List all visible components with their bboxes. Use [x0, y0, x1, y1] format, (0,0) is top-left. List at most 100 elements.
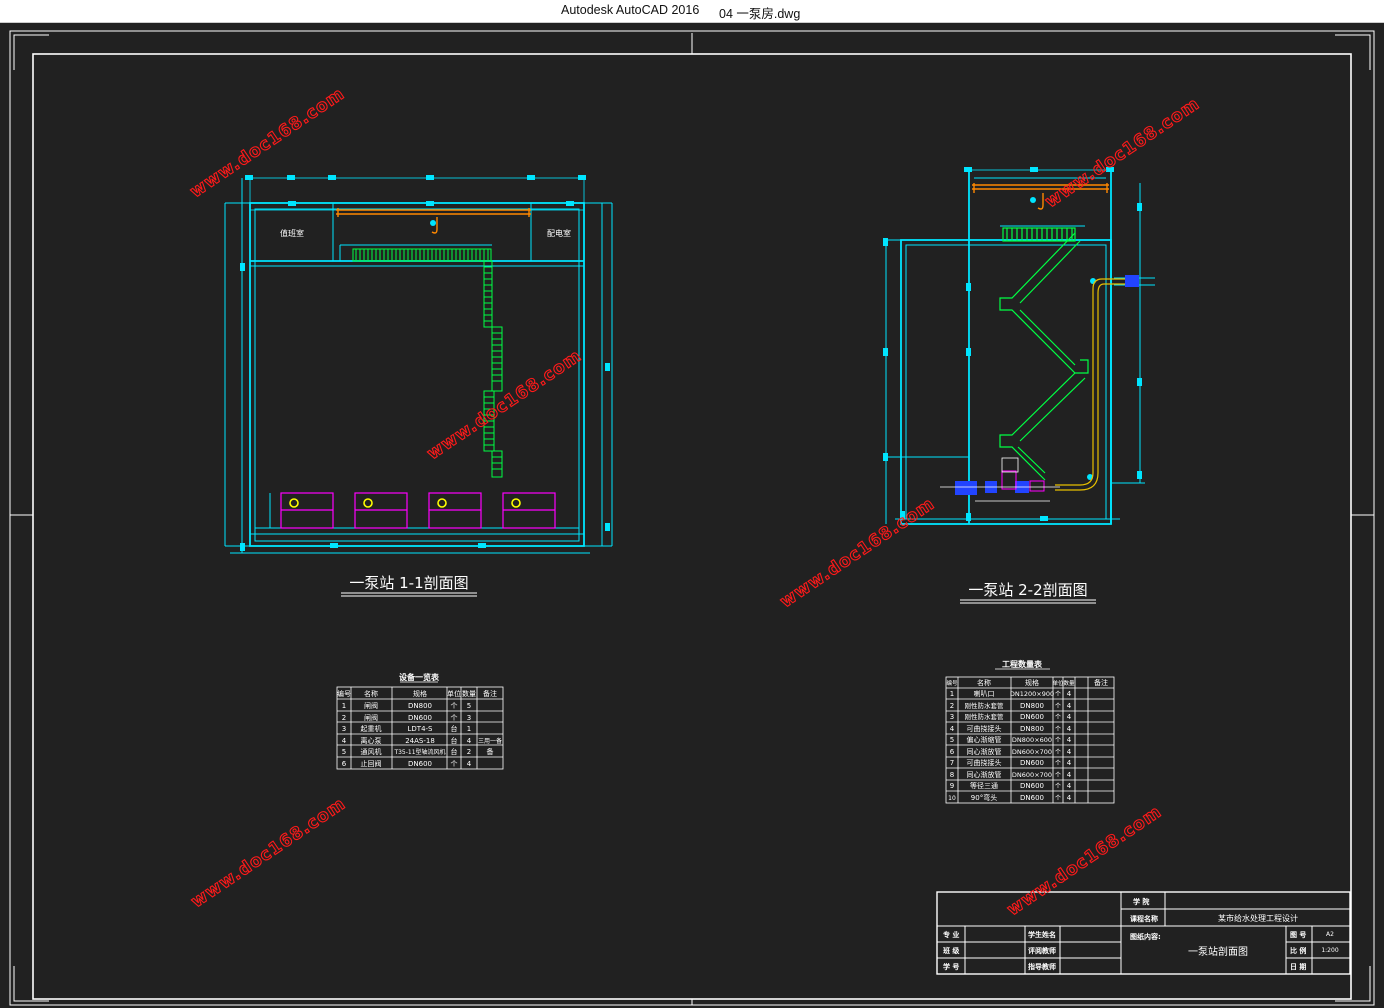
qt-row-1-qty: 4 [1067, 690, 1072, 698]
pump-units-1-1[interactable] [280, 492, 556, 529]
eq-row-1-name: 闸阀 [364, 701, 378, 710]
eq-row-4-spec: 24AS-18 [405, 737, 435, 745]
qt-header-qty: 数量 [1063, 679, 1075, 687]
eq-row-1-no: 1 [342, 702, 346, 710]
eq-row-5-note: 备 [487, 747, 494, 756]
qt-header-no: 编号 [946, 679, 958, 687]
eq-header-no: 编号 [337, 689, 351, 698]
section-2-2-title: 一泵站 2-2剖面图 [968, 581, 1087, 599]
eq-row-6-spec: DN600 [408, 760, 432, 768]
tb-drawing-name: 一泵站剖面图 [1188, 945, 1248, 958]
qt-row-7-unit: 个 [1055, 760, 1061, 767]
qt-row-6-qty: 4 [1067, 748, 1072, 756]
qt-row-4-qty: 4 [1067, 725, 1072, 733]
quantity-table: 工程数量表 编号 名称 规格 单位 数量 备注 1 喇叭口 DN1200×900… [945, 659, 1115, 804]
eq-row-3-qty: 1 [467, 725, 471, 733]
equipment-table: 设备一览表 编号 名称 规格 单位 数量 备注 1 闸阀 DN800 个 5 2… [336, 672, 504, 770]
qt-row-10-name: 90°弯头 [971, 793, 997, 802]
qt-row-2-no: 2 [950, 702, 954, 710]
qt-row-7-spec: DN600 [1020, 759, 1044, 767]
qt-row-4-name: 可曲挠接头 [967, 724, 1002, 733]
qt-row-7-no: 7 [950, 759, 954, 767]
tb-student-label: 学生姓名 [1028, 930, 1056, 939]
qt-row-3-unit: 个 [1055, 714, 1061, 721]
section-1-1-view[interactable]: 值班室 配电室 一泵站 1-1剖面图 [224, 175, 613, 597]
tb-drawing-no: A2 [1326, 931, 1334, 938]
eq-row-6-no: 6 [342, 760, 347, 768]
tb-content-label: 图纸内容: [1130, 932, 1161, 941]
section-1-1-title: 一泵站 1-1剖面图 [349, 574, 468, 592]
eq-row-2-unit: 个 [451, 714, 458, 722]
watermark: www.doc168.com [777, 494, 939, 612]
qt-row-3-no: 3 [950, 713, 954, 721]
tb-project: 某市给水处理工程设计 [1218, 913, 1298, 923]
qt-row-10-no: 10 [948, 795, 956, 802]
qt-header-note: 备注 [1094, 678, 1108, 687]
eq-row-3-no: 3 [342, 725, 346, 733]
room-label-right: 配电室 [547, 228, 571, 238]
tb-scale: 1:200 [1321, 947, 1338, 954]
eq-row-6-qty: 4 [467, 760, 472, 768]
qt-row-2-spec: DN800 [1020, 702, 1044, 710]
tb-teacher-label: 指导教师 [1028, 962, 1056, 971]
qt-row-9-no: 9 [950, 782, 954, 790]
eq-row-3-name: 起重机 [361, 724, 382, 733]
eq-header-qty: 数量 [462, 689, 476, 698]
eq-row-4-unit: 台 [451, 736, 458, 745]
eq-row-5-qty: 2 [467, 748, 471, 756]
qt-row-6-spec: DN600×700 [1012, 748, 1052, 756]
eq-row-3-unit: 台 [451, 724, 458, 733]
eq-row-2-no: 2 [342, 714, 346, 722]
quantity-table-title: 工程数量表 [1002, 659, 1043, 669]
tb-major-label: 专 业 [943, 930, 959, 939]
eq-row-5-unit: 台 [451, 747, 458, 756]
title-bar: Autodesk AutoCAD 2016 04 一泵房.dwg [0, 0, 1384, 23]
eq-header-unit: 单位 [447, 689, 461, 698]
eq-row-4-name: 离心泵 [361, 736, 382, 745]
qt-row-10-unit: 个 [1055, 795, 1061, 802]
qt-row-4-unit: 个 [1055, 726, 1061, 733]
qt-row-5-unit: 个 [1055, 737, 1061, 744]
qt-header-spec: 规格 [1025, 678, 1039, 687]
qt-row-5-spec: DN800×600 [1012, 736, 1052, 744]
drawing-canvas[interactable]: 值班室 配电室 一泵站 1-1剖面图 一泵站 2-2剖面图 设备一览表 编号 名… [0, 23, 1384, 1008]
tb-school-label: 学 院 [1133, 897, 1149, 906]
qt-row-5-no: 5 [950, 736, 954, 744]
qt-row-8-unit: 个 [1055, 772, 1061, 779]
qt-row-8-name: 同心渐放管 [967, 770, 1002, 779]
tb-advisor-label: 评阅教师 [1028, 946, 1056, 955]
qt-row-6-no: 6 [950, 748, 955, 756]
eq-row-3-spec: LDT4-S [408, 725, 434, 733]
qt-row-1-no: 1 [950, 690, 954, 698]
tb-student-id-label: 学 号 [943, 962, 959, 971]
qt-row-7-name: 可曲挠接头 [967, 758, 1002, 767]
eq-row-4-note: 三用一备 [478, 737, 502, 745]
qt-row-2-qty: 4 [1067, 702, 1072, 710]
cad-drawing[interactable]: 值班室 配电室 一泵站 1-1剖面图 一泵站 2-2剖面图 设备一览表 编号 名… [0, 23, 1384, 1008]
eq-row-1-spec: DN800 [408, 702, 432, 710]
qt-row-9-spec: DN600 [1020, 782, 1044, 790]
qt-row-2-unit: 个 [1055, 703, 1061, 710]
qt-row-10-qty: 4 [1067, 794, 1072, 802]
qt-header-name: 名称 [977, 678, 991, 687]
tb-date-label: 日 期 [1290, 962, 1306, 971]
qt-row-1-name: 喇叭口 [974, 689, 995, 698]
qt-row-8-qty: 4 [1067, 771, 1072, 779]
qt-row-6-unit: 个 [1055, 749, 1061, 756]
section-2-2-view[interactable]: 一泵站 2-2剖面图 [883, 167, 1155, 604]
tb-drawing-no-label: 图 号 [1290, 930, 1306, 939]
qt-row-7-qty: 4 [1067, 759, 1072, 767]
qt-row-9-unit: 个 [1055, 783, 1061, 790]
equipment-table-title: 设备一览表 [399, 672, 440, 682]
eq-header-note: 备注 [483, 689, 497, 698]
watermark: www.doc168.com [1042, 94, 1204, 212]
qt-row-5-qty: 4 [1067, 736, 1072, 744]
eq-row-2-spec: DN600 [408, 714, 432, 722]
qt-row-9-name: 等径三通 [970, 781, 998, 790]
tb-class-label: 班 级 [943, 946, 960, 955]
qt-row-4-no: 4 [950, 725, 955, 733]
eq-row-4-no: 4 [342, 737, 347, 745]
eq-row-1-qty: 5 [467, 702, 471, 710]
eq-row-6-unit: 个 [451, 760, 458, 768]
watermark: www.doc168.com [424, 346, 586, 464]
